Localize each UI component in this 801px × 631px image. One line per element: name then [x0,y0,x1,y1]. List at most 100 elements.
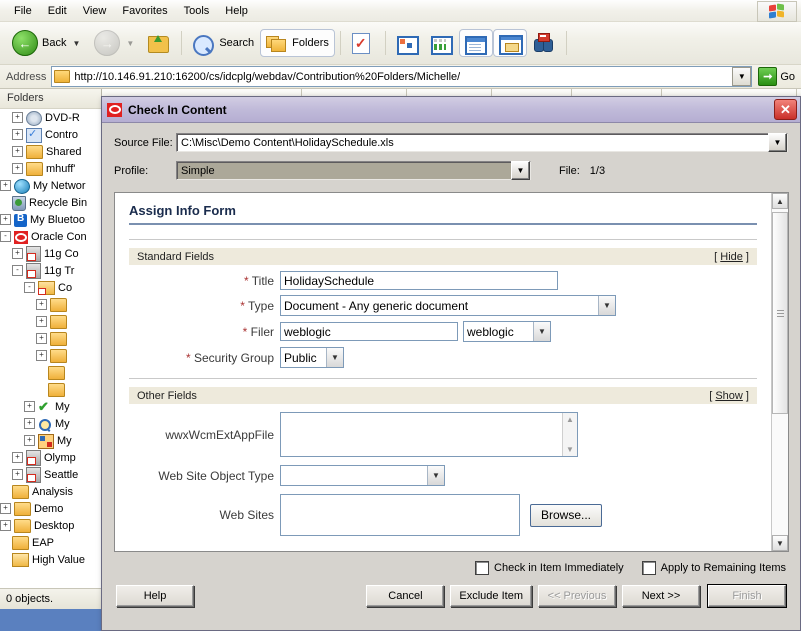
folders-button[interactable]: Folders [260,29,335,57]
tree-item[interactable] [0,381,101,398]
menu-item-view[interactable]: View [75,3,115,19]
tree-item[interactable]: EAP [0,534,101,551]
title-input[interactable]: HolidaySchedule [280,271,558,290]
tree-item[interactable]: + My Bluetoo [0,211,101,228]
tree-item[interactable]: + Desktop [0,517,101,534]
find-button[interactable] [527,29,561,57]
tree-item[interactable] [0,364,101,381]
tree-item[interactable]: + My [0,415,101,432]
tree-item[interactable]: + Olymp [0,449,101,466]
tree-collapse-icon[interactable]: - [24,282,35,293]
tree-expand-icon[interactable]: + [24,418,35,429]
apply-to-remaining-checkbox[interactable]: Apply to Remaining Items [641,561,786,575]
tree-item[interactable]: - Oracle Con [0,228,101,245]
finish-button[interactable]: Finish [708,585,786,607]
help-button[interactable]: Help [116,585,194,607]
scroll-down-button[interactable]: ▼ [772,535,788,551]
search-button[interactable]: Search [187,29,260,57]
next-button[interactable]: Next >> [622,585,700,607]
check-in-immediately-checkbox[interactable]: Check in Item Immediately [475,561,624,575]
chevron-up-icon[interactable]: ▲ [563,413,577,426]
address-dropdown-button[interactable]: ▼ [732,67,752,86]
tree-item[interactable]: Recycle Bin [0,194,101,211]
tree-expand-icon[interactable]: + [12,112,23,123]
tree-expand-icon[interactable]: + [12,163,23,174]
tree-item[interactable]: + Contro [0,126,101,143]
tree-expand-icon[interactable]: + [36,299,47,310]
source-file-input[interactable]: C:\Misc\Demo Content\HolidaySchedule.xls… [176,133,788,152]
source-file-dropdown-button[interactable]: ▼ [768,133,787,152]
cancel-button[interactable]: Cancel [366,585,445,607]
profile-dropdown-button[interactable]: ▼ [511,161,530,180]
tree-item[interactable]: + Demo [0,500,101,517]
tree-expand-icon[interactable]: + [12,146,23,157]
windows-logo-button[interactable] [757,1,797,22]
tree-item[interactable]: + Shared [0,143,101,160]
dialog-title-bar[interactable]: Check In Content ✕ [102,97,800,123]
check-document-button[interactable] [346,29,380,57]
chevron-down-icon[interactable]: ▼ [326,348,343,367]
tree-expand-icon[interactable]: + [36,316,47,327]
up-one-level-button[interactable] [142,29,176,57]
checkbox-box[interactable] [641,561,656,575]
menu-item-favorites[interactable]: Favorites [114,3,175,19]
tree-item[interactable]: +11g Co [0,245,101,262]
tree-item[interactable]: High Value [0,551,101,568]
previous-button[interactable]: << Previous [538,585,616,607]
chevron-down-icon[interactable]: ▼ [533,322,550,341]
view-icons-button[interactable] [425,29,459,57]
tree-expand-icon[interactable]: + [0,503,11,514]
address-input[interactable]: http://10.146.91.210:16200/cs/idcplg/web… [51,66,753,87]
checkbox-box[interactable] [475,561,490,575]
browse-button[interactable]: Browse... [530,503,603,527]
tree-item[interactable]: Analysis [0,483,101,500]
tree-expand-icon[interactable]: + [12,452,23,463]
tree-item[interactable]: + DVD-R [0,109,101,126]
web-sites-textarea[interactable] [280,494,520,536]
chevron-down-icon[interactable]: ▼ [598,296,615,315]
tree-expand-icon[interactable]: + [0,214,11,225]
back-button[interactable]: ← Back ▼ [6,26,88,60]
profile-select[interactable]: Simple ▼ [176,161,531,180]
type-select[interactable]: Document - Any generic document ▼ [280,295,616,316]
scroll-thumb[interactable] [772,212,788,414]
tree-item[interactable]: + My Networ [0,177,101,194]
menu-item-tools[interactable]: Tools [176,3,218,19]
tree-expand-icon[interactable]: + [24,435,35,446]
tree-item[interactable]: + Seattle [0,466,101,483]
tree-collapse-icon[interactable]: - [12,265,23,276]
tree-item[interactable]: + [0,330,101,347]
tree-item[interactable]: + mhuff' [0,160,101,177]
tree-item[interactable]: + My [0,432,101,449]
tree-expand-icon[interactable]: + [36,350,47,361]
tree-item[interactable]: + ✔ My [0,398,101,415]
folder-tree-list[interactable]: + DVD-R + Contro + Shared + mhuff' + My Networ Rec… [0,109,101,568]
tree-item[interactable]: + [0,313,101,330]
tree-expand-icon[interactable]: + [24,401,35,412]
preview-pane-button[interactable] [492,29,527,57]
filer-select[interactable]: weblogic ▼ [463,321,551,342]
view-details-button[interactable] [458,29,493,57]
view-tiles-button[interactable] [391,29,425,57]
wwx-textarea[interactable]: ▲ ▼ [280,412,578,457]
scroll-track[interactable] [772,209,788,535]
tree-collapse-icon[interactable]: - [0,231,11,242]
security-group-select[interactable]: Public ▼ [280,347,344,368]
web-site-object-type-select[interactable]: ▼ [280,465,445,486]
tree-item[interactable]: + [0,347,101,364]
scroll-up-button[interactable]: ▲ [772,193,788,209]
tree-expand-icon[interactable]: + [0,180,11,191]
wwx-textarea-scrollbar[interactable]: ▲ ▼ [562,413,577,456]
chevron-down-icon[interactable]: ▼ [563,443,577,456]
menu-item-edit[interactable]: Edit [40,3,75,19]
filer-input[interactable]: weblogic [280,322,458,341]
tree-expand-icon[interactable]: + [36,333,47,344]
tree-expand-icon[interactable]: + [12,129,23,140]
menu-item-help[interactable]: Help [217,3,256,19]
exclude-item-button[interactable]: Exclude Item [450,585,532,607]
tree-item[interactable]: - Co [0,279,101,296]
forward-button[interactable]: → ▼ [88,26,142,60]
go-button[interactable]: ➞ Go [752,67,801,86]
tree-expand-icon[interactable]: + [12,469,23,480]
tree-item[interactable]: + [0,296,101,313]
